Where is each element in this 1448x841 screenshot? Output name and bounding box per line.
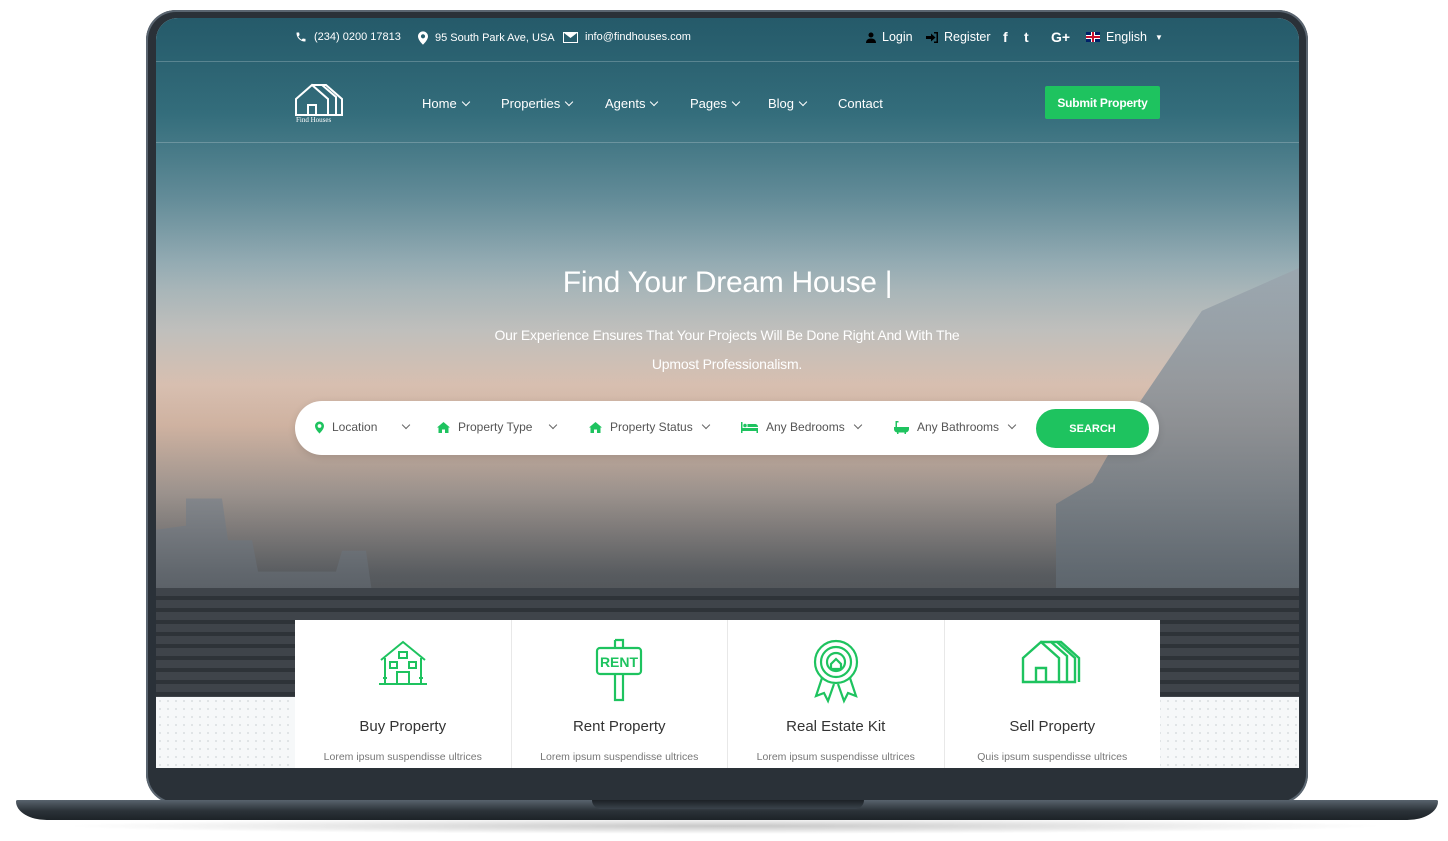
caret-down-icon: ▼ bbox=[1155, 32, 1163, 42]
nav-pages[interactable]: Pages bbox=[690, 96, 741, 111]
main-navigation: Find Houses Home Properties Agents Pages… bbox=[156, 62, 1299, 143]
home-icon bbox=[437, 421, 450, 433]
feature-card-buy[interactable]: Buy Property Lorem ipsum suspendisse ult… bbox=[295, 620, 512, 768]
login-label: Login bbox=[882, 30, 913, 44]
phone-text: (234) 0200 17813 bbox=[314, 31, 401, 43]
feature-title: Sell Property bbox=[1009, 718, 1096, 735]
language-selector[interactable]: English ▼ bbox=[1086, 30, 1163, 44]
user-icon bbox=[866, 32, 876, 43]
nav-properties-label: Properties bbox=[501, 96, 561, 111]
facebook-icon[interactable]: f bbox=[1003, 29, 1008, 45]
map-pin-icon bbox=[315, 421, 324, 433]
nav-properties[interactable]: Properties bbox=[501, 96, 574, 111]
bathrooms-label: Any Bathrooms bbox=[917, 420, 1000, 434]
email-text: info@findhouses.com bbox=[585, 31, 691, 43]
chevron-down-icon bbox=[701, 420, 710, 430]
register-link[interactable]: Register bbox=[926, 30, 991, 44]
bedrooms-select[interactable]: Any Bedrooms bbox=[741, 420, 862, 434]
hero-subtitle: Our Experience Ensures That Your Project… bbox=[494, 327, 960, 372]
chevron-down-icon bbox=[650, 97, 659, 106]
sign-in-icon bbox=[926, 31, 938, 43]
chevron-down-icon bbox=[549, 420, 558, 430]
nav-pages-label: Pages bbox=[690, 96, 727, 111]
address-text: 95 South Park Ave, USA bbox=[435, 32, 555, 44]
feature-card-sell[interactable]: Sell Property Quis ipsum suspendisse ult… bbox=[945, 620, 1161, 768]
submit-property-button[interactable]: Submit Property bbox=[1045, 86, 1160, 119]
chevron-down-icon bbox=[565, 97, 574, 106]
nav-home[interactable]: Home bbox=[422, 96, 470, 111]
uk-flag-icon bbox=[1086, 32, 1100, 42]
buy-house-icon bbox=[378, 640, 427, 685]
feature-title: Buy Property bbox=[359, 718, 447, 735]
feature-card-kit[interactable]: Real Estate Kit Lorem ipsum suspendisse … bbox=[728, 620, 945, 768]
address-contact[interactable]: 95 South Park Ave, USA bbox=[418, 31, 555, 45]
feature-description: Lorem ipsum suspendisse ultrices bbox=[756, 751, 915, 763]
svg-text:RENT: RENT bbox=[600, 654, 639, 670]
feature-cards: Buy Property Lorem ipsum suspendisse ult… bbox=[295, 620, 1160, 768]
nav-agents[interactable]: Agents bbox=[605, 96, 659, 111]
property-status-select[interactable]: Property Status bbox=[589, 420, 710, 434]
home-icon bbox=[589, 421, 602, 433]
logo-text: Find Houses bbox=[296, 116, 332, 124]
language-label: English bbox=[1106, 30, 1147, 44]
chevron-down-icon bbox=[798, 97, 808, 106]
nav-contact-label: Contact bbox=[838, 96, 883, 111]
email-contact[interactable]: info@findhouses.com bbox=[563, 31, 691, 43]
phone-contact[interactable]: (234) 0200 17813 bbox=[295, 31, 401, 43]
nav-contact[interactable]: Contact bbox=[838, 96, 883, 111]
phone-icon bbox=[296, 32, 306, 42]
nav-blog[interactable]: Blog bbox=[768, 96, 808, 111]
badge-icon bbox=[813, 639, 858, 704]
feature-title: Rent Property bbox=[572, 718, 666, 735]
property-type-label: Property Type bbox=[458, 420, 533, 434]
map-pin-icon bbox=[418, 31, 428, 45]
location-label: Location bbox=[332, 420, 378, 434]
register-label: Register bbox=[944, 30, 991, 44]
chevron-down-icon bbox=[731, 97, 741, 106]
feature-description: Lorem ipsum suspendisse ultrices bbox=[540, 751, 699, 763]
sell-house-icon bbox=[1022, 640, 1081, 684]
location-select[interactable]: Location bbox=[315, 420, 411, 434]
chevron-down-icon bbox=[461, 97, 470, 106]
feature-card-rent[interactable]: RENT Rent Property Lorem ipsum suspendis… bbox=[512, 620, 728, 768]
search-button[interactable]: SEARCH bbox=[1036, 409, 1149, 448]
nav-home-label: Home bbox=[422, 96, 457, 111]
property-type-select[interactable]: Property Type bbox=[437, 420, 558, 434]
feature-description: Lorem ipsum suspendisse ultrices bbox=[323, 751, 482, 763]
google-plus-icon[interactable]: G+ bbox=[1051, 29, 1070, 45]
envelope-icon bbox=[563, 31, 578, 43]
top-bar: (234) 0200 17813 95 South Park Ave, USA … bbox=[156, 18, 1299, 62]
chevron-down-icon bbox=[402, 420, 411, 430]
login-link[interactable]: Login bbox=[866, 30, 913, 44]
feature-description: Quis ipsum suspendisse ultrices bbox=[977, 751, 1128, 763]
bathrooms-select[interactable]: Any Bathrooms bbox=[894, 420, 1017, 434]
twitter-icon[interactable]: t bbox=[1024, 29, 1029, 45]
hero-title: Find Your Dream House | bbox=[562, 266, 893, 299]
laptop-shadow bbox=[60, 818, 1390, 834]
rent-sign-icon: RENT bbox=[596, 638, 643, 702]
laptop-notch bbox=[592, 800, 864, 809]
feature-title: Real Estate Kit bbox=[786, 718, 886, 735]
chevron-down-icon bbox=[853, 420, 862, 430]
bedrooms-label: Any Bedrooms bbox=[766, 420, 845, 434]
nav-blog-label: Blog bbox=[768, 96, 795, 111]
bath-icon bbox=[894, 420, 909, 434]
nav-agents-label: Agents bbox=[605, 96, 646, 111]
property-status-label: Property Status bbox=[610, 420, 693, 434]
chevron-down-icon bbox=[1007, 420, 1017, 430]
bed-icon bbox=[741, 421, 758, 433]
laptop-screen: (234) 0200 17813 95 South Park Ave, USA … bbox=[156, 18, 1299, 768]
property-search-bar: Location Property Type Property Status A… bbox=[295, 401, 1159, 455]
